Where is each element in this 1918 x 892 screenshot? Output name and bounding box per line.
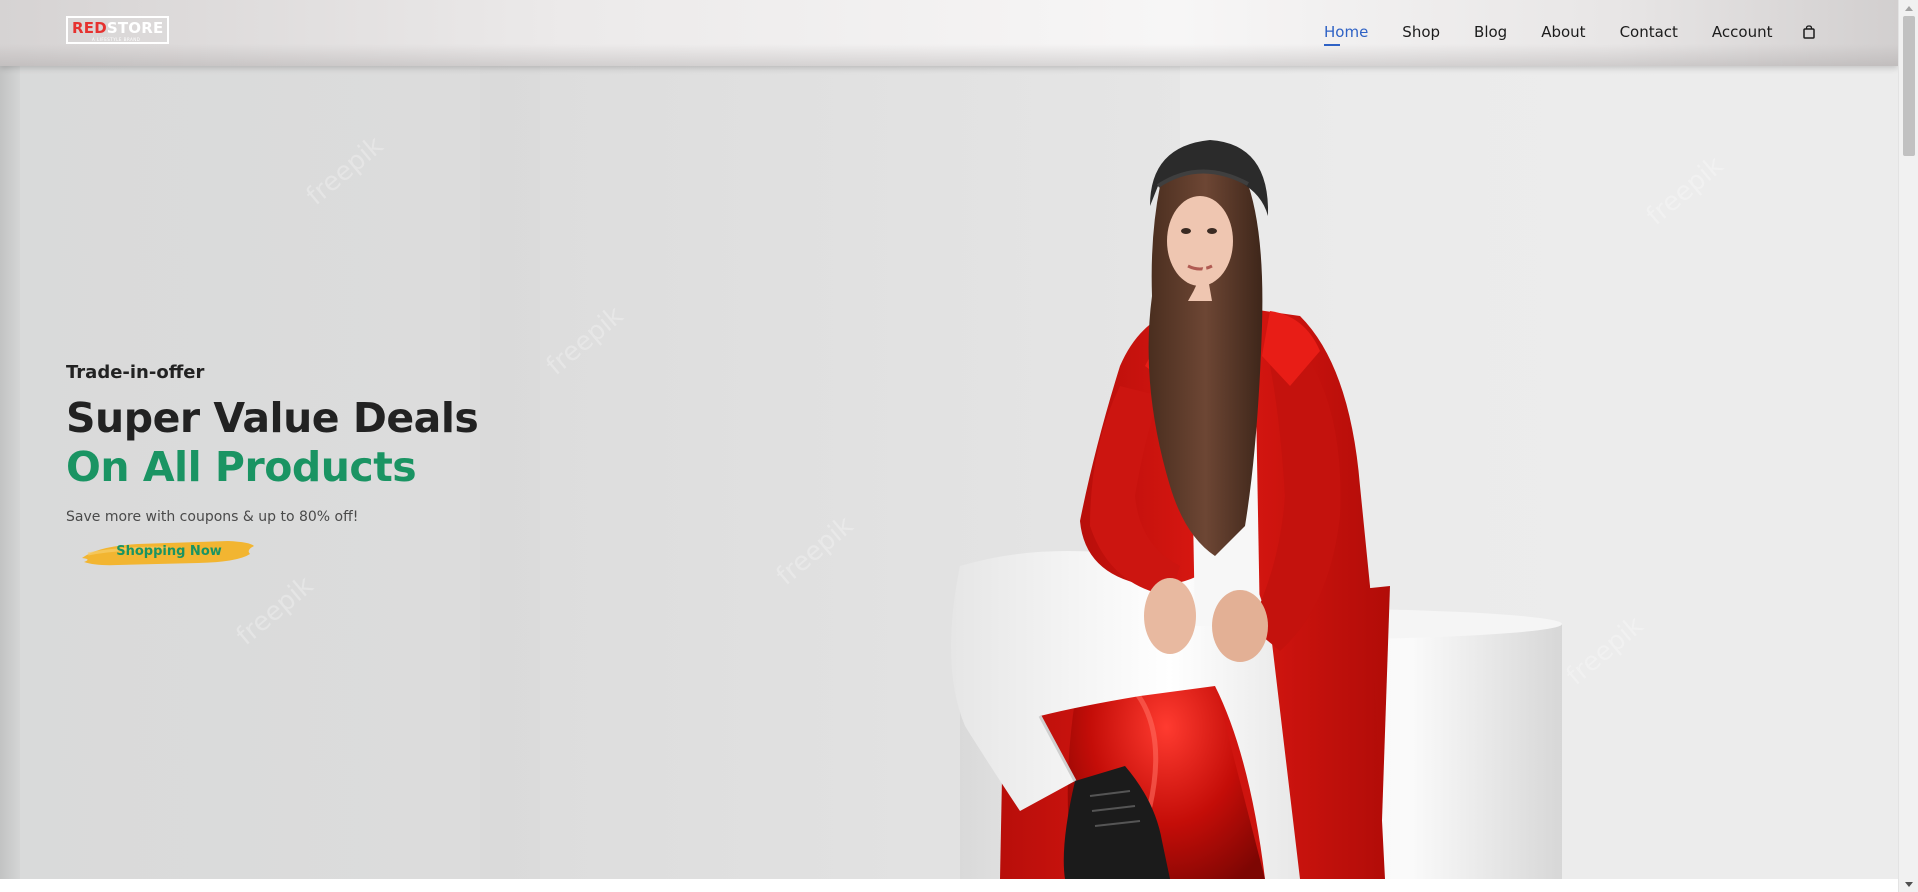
nav-item-blog[interactable]: Blog (1474, 20, 1507, 44)
shop-now-button[interactable]: Shopping Now (78, 536, 254, 568)
logo-wordmark: REDSTORE (72, 19, 163, 37)
nav-item-shop[interactable]: Shop (1402, 20, 1440, 44)
vertical-scrollbar[interactable] (1898, 0, 1918, 892)
nav-item-about[interactable]: About (1541, 20, 1585, 44)
page: freepik freepik freepik freepik freepik … (0, 0, 1898, 892)
hero-title: Super Value Deals (66, 394, 479, 442)
shopping-bag-icon[interactable] (1802, 25, 1815, 39)
hero-banner: freepik freepik freepik freepik freepik … (0, 66, 1898, 879)
nav-item-home[interactable]: Home (1324, 20, 1368, 46)
nav-item-contact[interactable]: Contact (1620, 20, 1678, 44)
main-nav: Home Shop Blog About Contact Account (1324, 20, 1815, 46)
logo-tagline: A LIFESTYLE BRAND (92, 37, 141, 42)
scrollbar-thumb[interactable] (1903, 16, 1915, 156)
hero-title-accent: On All Products (66, 443, 417, 491)
hero-subtitle: Save more with coupons & up to 80% off! (66, 509, 359, 525)
shop-now-label: Shopping Now (116, 544, 222, 559)
hero-kicker: Trade-in-offer (66, 362, 205, 383)
site-header: REDSTORE A LIFESTYLE BRAND Home Shop Blo… (0, 0, 1898, 66)
hero-text-block: Trade-in-offer Super Value Deals On All … (66, 362, 566, 568)
nav-item-account[interactable]: Account (1712, 20, 1773, 44)
logo[interactable]: REDSTORE A LIFESTYLE BRAND (66, 16, 169, 44)
logo-red-text: RED (72, 19, 107, 37)
scroll-up-arrow-icon[interactable] (1899, 1, 1918, 15)
scroll-down-arrow-icon[interactable] (1899, 877, 1918, 891)
logo-store-text: STORE (106, 19, 164, 37)
